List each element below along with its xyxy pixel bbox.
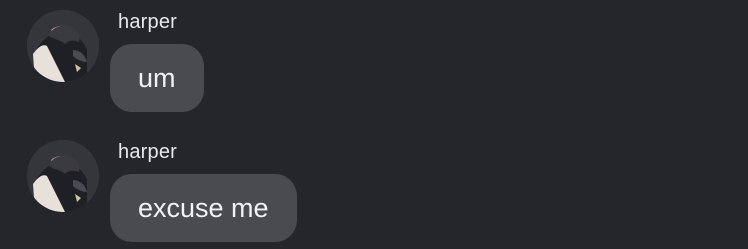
message-text: excuse me [138,192,269,223]
message-bubble[interactable]: excuse me [110,174,297,242]
profile-photo-avatar-icon [27,140,99,212]
sender-name: harper [118,11,178,33]
profile-photo-avatar-icon [27,10,99,82]
avatar[interactable] [27,10,99,82]
message-text: um [138,62,176,93]
avatar[interactable] [27,140,99,212]
sender-name: harper [118,141,178,163]
message-bubble[interactable]: um [110,44,204,112]
